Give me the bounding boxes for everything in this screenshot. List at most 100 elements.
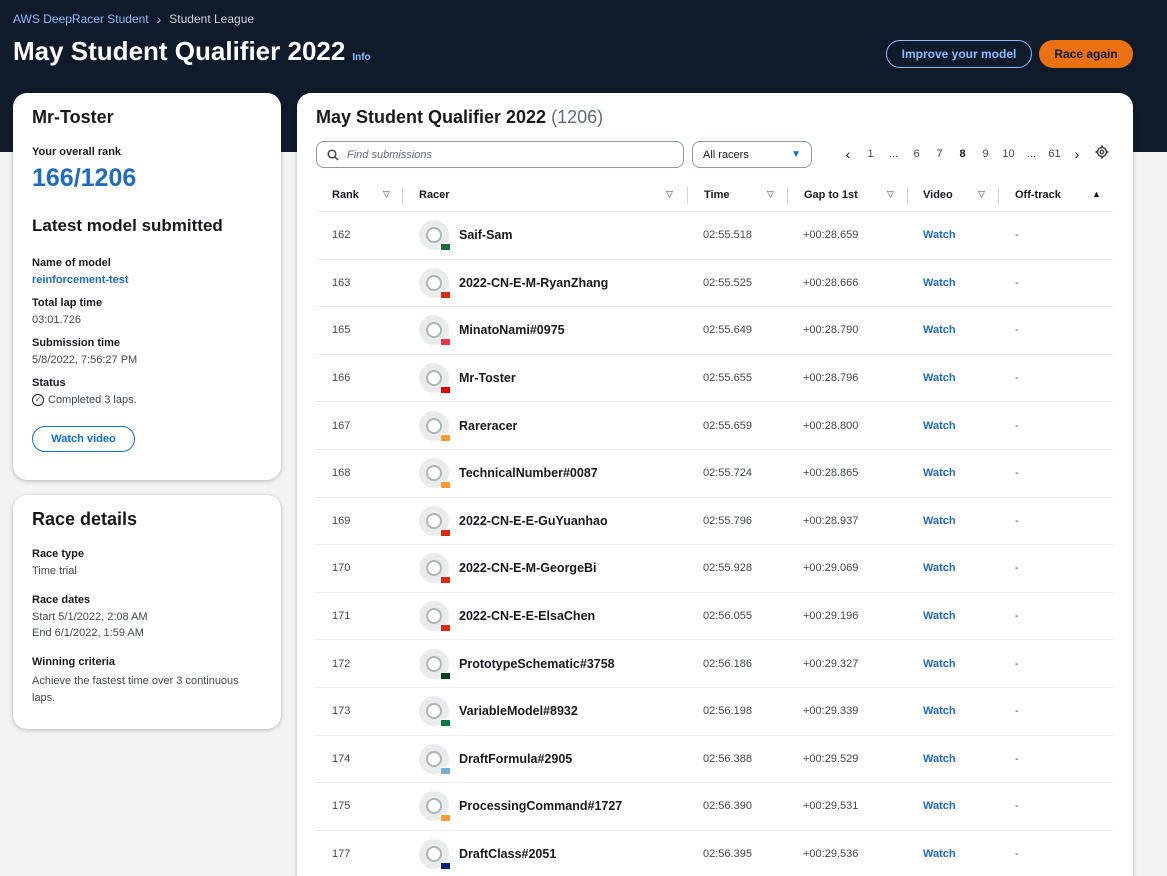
- racer-filter-select[interactable]: All racers ▼: [692, 141, 812, 168]
- status-value: ✓ Completed 3 laps.: [32, 394, 262, 406]
- watch-link[interactable]: Watch: [923, 498, 956, 545]
- racer-name[interactable]: 2022-CN-E-M-GeorgeBi: [459, 561, 597, 575]
- country-flag-icon: [440, 671, 451, 680]
- watch-link[interactable]: Watch: [923, 260, 956, 307]
- racer-name[interactable]: DraftFormula#2905: [459, 752, 572, 766]
- settings-gear-icon[interactable]: [1095, 145, 1109, 159]
- race-details-heading: Race details: [32, 509, 138, 529]
- gap-cell: +00:28.937: [803, 514, 859, 527]
- helmet-icon: [426, 465, 442, 482]
- watch-link[interactable]: Watch: [923, 736, 956, 783]
- search-input[interactable]: Find submissions: [316, 141, 684, 168]
- racer-avatar[interactable]: [419, 696, 451, 728]
- racer-name[interactable]: ProcessingCommand#1727: [459, 799, 622, 813]
- page-link[interactable]: 1: [859, 148, 882, 160]
- breadcrumb-item-deepracer[interactable]: AWS DeepRacer Student: [13, 12, 149, 26]
- rank-cell: 173: [332, 705, 351, 718]
- page-link[interactable]: 7: [928, 148, 951, 160]
- sort-ascending-icon[interactable]: ▲: [1092, 189, 1101, 199]
- watch-link[interactable]: Watch: [923, 831, 956, 876]
- racer-name[interactable]: Saif-Sam: [459, 228, 513, 242]
- helmet-icon: [426, 655, 442, 672]
- racer-avatar[interactable]: [419, 553, 451, 585]
- rank-cell: 169: [332, 514, 351, 527]
- country-flag-icon: [440, 290, 451, 299]
- page-link[interactable]: 9: [974, 148, 997, 160]
- watch-link[interactable]: Watch: [923, 212, 956, 259]
- watch-link[interactable]: Watch: [923, 593, 956, 640]
- info-link[interactable]: Info: [352, 52, 370, 63]
- column-header-gap[interactable]: Gap to 1st: [804, 189, 858, 201]
- column-divider: [998, 187, 999, 204]
- column-header-time[interactable]: Time: [704, 189, 729, 201]
- sort-caret-icon[interactable]: ▽: [887, 189, 894, 200]
- chevron-left-icon[interactable]: ‹: [837, 146, 859, 162]
- column-header-offtrack[interactable]: Off-track: [1015, 189, 1061, 201]
- model-name-link[interactable]: reinforcement-test: [32, 274, 262, 286]
- sort-caret-icon[interactable]: ▽: [767, 189, 774, 200]
- page-link[interactable]: 6: [905, 148, 928, 160]
- racer-avatar[interactable]: [419, 220, 451, 252]
- leaderboard-table-body: 162 Saif-Sam 02:55.518 +00:28.659 Watch - 163 2…: [316, 212, 1113, 876]
- race-again-button[interactable]: Race again: [1039, 40, 1133, 68]
- racer-name[interactable]: Rareracer: [459, 419, 517, 433]
- racer-name[interactable]: 2022-CN-E-M-RyanZhang: [459, 276, 608, 290]
- improve-model-button[interactable]: Improve your model: [886, 40, 1032, 68]
- watch-link[interactable]: Watch: [923, 640, 956, 687]
- racer-name[interactable]: PrototypeSchematic#3758: [459, 657, 615, 671]
- sort-caret-icon[interactable]: ▽: [383, 189, 390, 200]
- racer-avatar[interactable]: [419, 363, 451, 395]
- racer-name[interactable]: DraftClass#2051: [459, 847, 556, 861]
- chevron-right-icon[interactable]: ›: [1066, 146, 1088, 162]
- watch-link[interactable]: Watch: [923, 450, 956, 497]
- time-cell: 02:55.525: [703, 276, 752, 289]
- racer-name[interactable]: VariableModel#8932: [459, 704, 578, 718]
- watch-link[interactable]: Watch: [923, 545, 956, 592]
- table-row: 172 PrototypeSchematic#3758 02:56.186 +00:2…: [316, 640, 1113, 688]
- racer-name[interactable]: TechnicalNumber#0087: [459, 466, 598, 480]
- racer-cell: TechnicalNumber#0087: [419, 450, 598, 497]
- racer-avatar[interactable]: [419, 410, 451, 442]
- racer-name[interactable]: MinatoNami#0975: [459, 323, 565, 337]
- offtrack-cell: -: [1015, 752, 1019, 765]
- time-cell: 02:55.518: [703, 229, 752, 242]
- racer-avatar[interactable]: [419, 458, 451, 490]
- sort-caret-icon[interactable]: ▽: [978, 189, 985, 200]
- racer-name[interactable]: 2022-CN-E-E-ElsaChen: [459, 609, 595, 623]
- racer-avatar[interactable]: [419, 315, 451, 347]
- page-link[interactable]: 10: [997, 148, 1020, 160]
- watch-link[interactable]: Watch: [923, 402, 956, 449]
- racer-avatar[interactable]: [419, 743, 451, 775]
- page-link[interactable]: 61: [1043, 148, 1066, 160]
- racer-avatar[interactable]: [419, 601, 451, 633]
- column-header-racer[interactable]: Racer: [419, 189, 450, 201]
- watch-link[interactable]: Watch: [923, 783, 956, 830]
- racer-name[interactable]: 2022-CN-E-E-GuYuanhao: [459, 514, 608, 528]
- racer-avatar[interactable]: [419, 505, 451, 537]
- racer-avatar[interactable]: [419, 648, 451, 680]
- racer-cell: 2022-CN-E-E-ElsaChen: [419, 593, 595, 640]
- table-row: 175 ProcessingCommand#1727 02:56.390 +00:29…: [316, 783, 1113, 831]
- watch-link[interactable]: Watch: [923, 688, 956, 735]
- watch-video-button[interactable]: Watch video: [32, 426, 135, 452]
- column-header-rank[interactable]: Rank: [332, 189, 359, 201]
- helmet-icon: [426, 512, 442, 529]
- column-header-video[interactable]: Video: [923, 189, 953, 201]
- racer-name[interactable]: Mr-Toster: [459, 371, 516, 385]
- racer-avatar[interactable]: [419, 267, 451, 299]
- page-link-current[interactable]: 8: [951, 148, 974, 160]
- helmet-icon: [426, 417, 442, 434]
- rank-cell: 172: [332, 657, 351, 670]
- watch-link[interactable]: Watch: [923, 355, 956, 402]
- racer-cell: DraftClass#2051: [419, 831, 556, 876]
- racer-avatar[interactable]: [419, 839, 451, 871]
- breadcrumb: AWS DeepRacer Student › Student League: [13, 11, 254, 27]
- watch-link[interactable]: Watch: [923, 307, 956, 354]
- rank-cell: 162: [332, 229, 351, 242]
- time-cell: 02:55.724: [703, 467, 752, 480]
- latest-model-heading: Latest model submitted: [32, 216, 223, 235]
- sort-caret-icon[interactable]: ▽: [666, 189, 673, 200]
- time-cell: 02:55.928: [703, 562, 752, 575]
- racer-avatar[interactable]: [419, 791, 451, 823]
- rank-cell: 167: [332, 419, 351, 432]
